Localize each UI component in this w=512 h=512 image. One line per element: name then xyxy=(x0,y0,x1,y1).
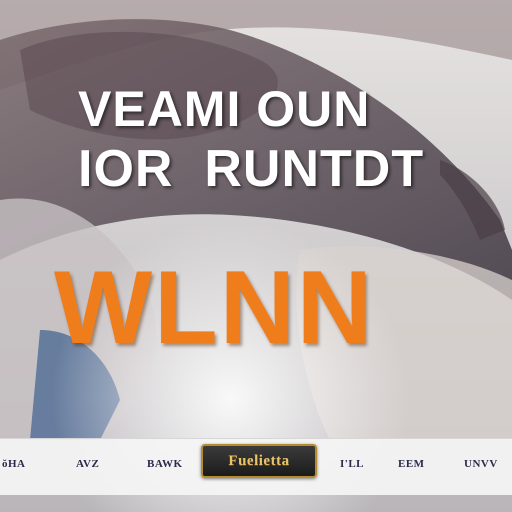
logo-badge[interactable]: Fuelietta xyxy=(201,444,317,478)
bar-label-5[interactable]: EEM xyxy=(398,458,425,470)
bar-label-3[interactable]: BAWK xyxy=(147,458,183,470)
bar-label-1[interactable]: ŏHA xyxy=(2,458,26,470)
bar-label-6[interactable]: UNVV xyxy=(464,458,498,470)
logo-text: Fuelietta xyxy=(228,452,290,469)
bar-label-4[interactable]: I'LL xyxy=(340,458,364,470)
headline: WLNN xyxy=(54,250,374,366)
bar-label-2[interactable]: AVZ xyxy=(76,458,99,470)
title-line-1: VEAMI OUN xyxy=(78,81,371,137)
title-line-2: IOR RUNTDT xyxy=(78,140,425,198)
